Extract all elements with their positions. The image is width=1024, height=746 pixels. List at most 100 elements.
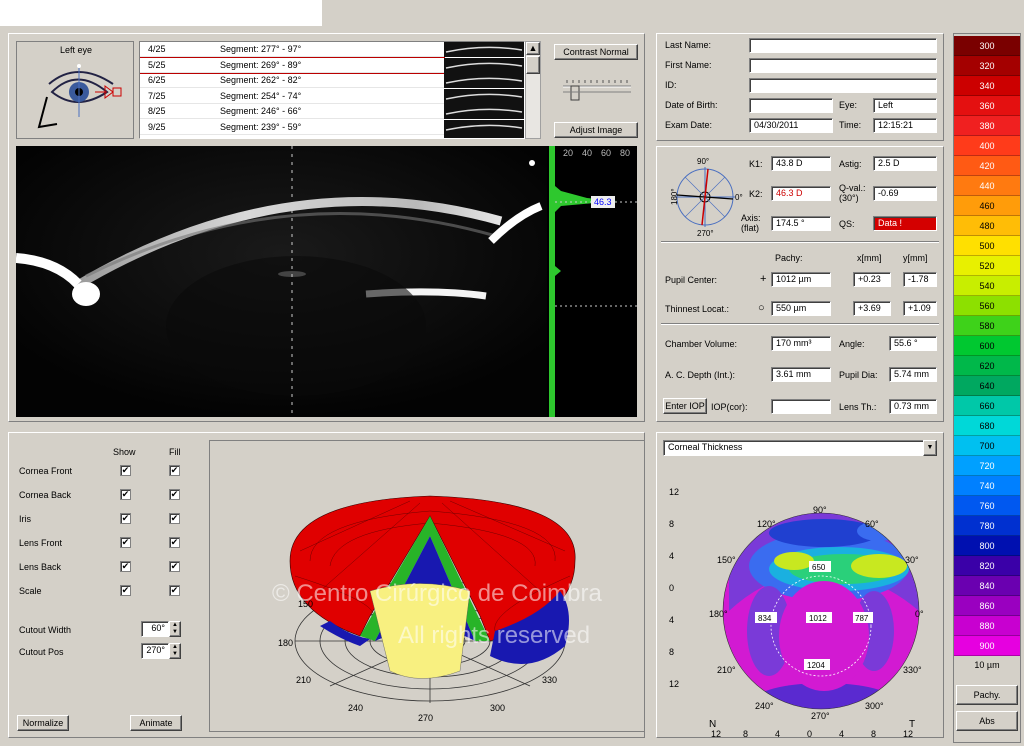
dob-label: Date of Birth: <box>665 100 718 110</box>
qval-field: -0.69 <box>873 186 937 201</box>
segment-number: 10/25 <box>148 135 171 138</box>
last-name-field[interactable] <box>749 38 937 53</box>
segment-list-item[interactable]: 9/25 Segment: 239° - 59° <box>140 119 524 135</box>
layer-show-checkbox[interactable]: ✔ <box>120 585 131 596</box>
segment-list-item[interactable]: 8/25 Segment: 246° - 66° <box>140 104 524 119</box>
layer-fill-checkbox[interactable]: ✔ <box>169 561 180 572</box>
compass-bottom-label: 270° <box>697 229 714 238</box>
iop-field[interactable] <box>771 399 831 414</box>
segment-list-item[interactable]: 6/25 Segment: 262° - 82° <box>140 73 524 88</box>
thinnest-pachy-field: 550 µm <box>771 301 831 316</box>
qval-label: Q-val.: <box>839 183 866 193</box>
segment-angle-text: Segment: 277° - 97° <box>220 44 302 54</box>
k2-field: 46.3 D <box>771 186 831 201</box>
first-name-field[interactable] <box>749 58 937 73</box>
nasal-label: N <box>709 719 716 730</box>
scale-color-cell: 720 <box>954 456 1020 476</box>
scale-label-210: 210 <box>296 675 311 685</box>
layers-panel: Show Fill Cornea Front ✔ ✔ Cornea Back ✔ ✔ Iri… <box>8 432 645 738</box>
qs-label: QS: <box>839 219 855 229</box>
animate-button[interactable]: Animate <box>130 715 182 731</box>
map-value-bottom: 1204 <box>807 661 825 670</box>
map-angle-label: 30° <box>905 555 919 565</box>
contrast-normal-button[interactable]: Contrast Normal <box>554 44 638 60</box>
layer-fill-checkbox[interactable]: ✔ <box>169 537 180 548</box>
segment-angle-text: Segment: 262° - 82° <box>220 75 302 85</box>
scroll-up-button[interactable]: ▲ <box>526 42 540 55</box>
scale-color-cell: 800 <box>954 536 1020 556</box>
segment-angle-text: Segment: 231° - 51° <box>220 135 301 138</box>
id-field[interactable] <box>749 78 937 93</box>
layer-show-checkbox[interactable]: ✔ <box>120 561 131 572</box>
segment-list[interactable]: 4/25 Segment: 277° - 97° 5/25 Segment: 269°… <box>139 41 525 139</box>
segment-angle-text: Segment: 254° - 74° <box>220 90 302 101</box>
layer-show-checkbox[interactable]: ✔ <box>120 537 131 548</box>
dob-field[interactable] <box>749 98 833 113</box>
pupil-center-icon: + <box>760 273 767 285</box>
map-angle-label: 180° <box>709 609 728 619</box>
qs-status-badge[interactable]: Data ! <box>873 216 937 231</box>
scale-color-cell: 320 <box>954 56 1020 76</box>
layer-fill-checkbox[interactable]: ✔ <box>169 465 180 476</box>
time-field[interactable]: 12:15:21 <box>873 118 937 133</box>
layer-show-checkbox[interactable]: ✔ <box>120 513 131 524</box>
patient-info-panel: Last Name: First Name: ID: Date of Birth… <box>656 33 944 141</box>
scale-color-cell: 380 <box>954 116 1020 136</box>
temporal-label: T <box>909 719 915 730</box>
map-value-center: 1012 <box>809 614 827 623</box>
scale-color-cell: 740 <box>954 476 1020 496</box>
layer-fill-checkbox[interactable]: ✔ <box>169 585 180 596</box>
segment-list-item[interactable]: 4/25 Segment: 277° - 97° <box>140 42 524 57</box>
anterior-segment-3d-view[interactable]: 150 180 210 240 270 300 330 © Centro Cir… <box>209 440 645 732</box>
scale-color-cell: 600 <box>954 336 1020 356</box>
layer-show-checkbox[interactable]: ✔ <box>120 489 131 500</box>
segment-list-scrollbar[interactable]: ▲ <box>525 41 541 139</box>
corneal-thickness-map[interactable]: 12 8 4 0 4 8 12 12 8 4 0 4 8 12 90° 60° 30° 0° 330° 300° 2… <box>659 461 941 741</box>
axis-sub-label: (flat) <box>741 223 759 233</box>
pupil-center-y-field: -1.78 <box>903 272 937 287</box>
segment-list-item[interactable]: 10/25 Segment: 231° - 51° <box>140 135 524 138</box>
cutout-width-spinner[interactable]: ▲ ▼ <box>169 621 181 637</box>
density-histogram: 20 40 60 80 46.3 <box>547 146 637 417</box>
cutout-pos-field[interactable]: 270° <box>141 643 169 659</box>
histogram-tick-label: 40 <box>582 148 592 158</box>
map-angle-label: 120° <box>757 519 776 529</box>
k1-field: 43.8 D <box>771 156 831 171</box>
segment-number: 4/25 <box>148 44 166 54</box>
brightness-slider[interactable] <box>559 78 639 104</box>
exam-date-field[interactable]: 04/30/2011 <box>749 118 833 133</box>
map-type-dropdown[interactable]: Corneal Thickness <box>663 440 925 456</box>
angle-field: 55.6 ° <box>889 336 937 351</box>
histogram-tick-label: 60 <box>601 148 611 158</box>
segment-thumbnail <box>444 135 524 138</box>
title-bar <box>0 0 322 26</box>
segment-list-item[interactable]: 7/25 Segment: 254° - 74° <box>140 88 524 104</box>
layer-fill-checkbox[interactable]: ✔ <box>169 489 180 500</box>
scale-color-cell: 500 <box>954 236 1020 256</box>
thinnest-x-field: +3.69 <box>853 301 891 316</box>
adjust-image-button[interactable]: Adjust Image <box>554 122 638 138</box>
thickness-map-panel: Corneal Thickness ▼ 12 8 4 0 4 8 12 12 8 4 0 4 8 12 … <box>656 432 944 741</box>
layer-fill-checkbox[interactable]: ✔ <box>169 513 180 524</box>
pachy-scale-button[interactable]: Pachy. <box>956 685 1018 705</box>
scale-color-cell: 700 <box>954 436 1020 456</box>
eye-field[interactable]: Left <box>873 98 937 113</box>
abs-scale-button[interactable]: Abs <box>956 711 1018 731</box>
map-angle-label: 0° <box>915 609 924 619</box>
enter-iop-button[interactable]: Enter IOP <box>663 398 707 414</box>
astig-field: 2.5 D <box>873 156 937 171</box>
normalize-button[interactable]: Normalize <box>17 715 69 731</box>
segment-list-item[interactable]: 5/25 Segment: 269° - 89° <box>140 56 524 74</box>
chevron-down-icon[interactable]: ▼ <box>923 440 937 456</box>
chamber-volume-label: Chamber Volume: <box>665 339 738 349</box>
map-angle-label: 240° <box>755 701 774 711</box>
map-y-tick-label: 12 <box>669 487 679 497</box>
chamber-volume-field: 170 mm³ <box>771 336 831 351</box>
layer-show-checkbox[interactable]: ✔ <box>120 465 131 476</box>
scroll-thumb[interactable] <box>526 56 540 74</box>
cutout-pos-spinner[interactable]: ▲ ▼ <box>169 643 181 659</box>
compass-right-label: 0° <box>735 193 743 202</box>
first-name-label: First Name: <box>665 60 712 70</box>
scale-color-cell: 680 <box>954 416 1020 436</box>
cutout-width-field[interactable]: 60° <box>141 621 169 637</box>
